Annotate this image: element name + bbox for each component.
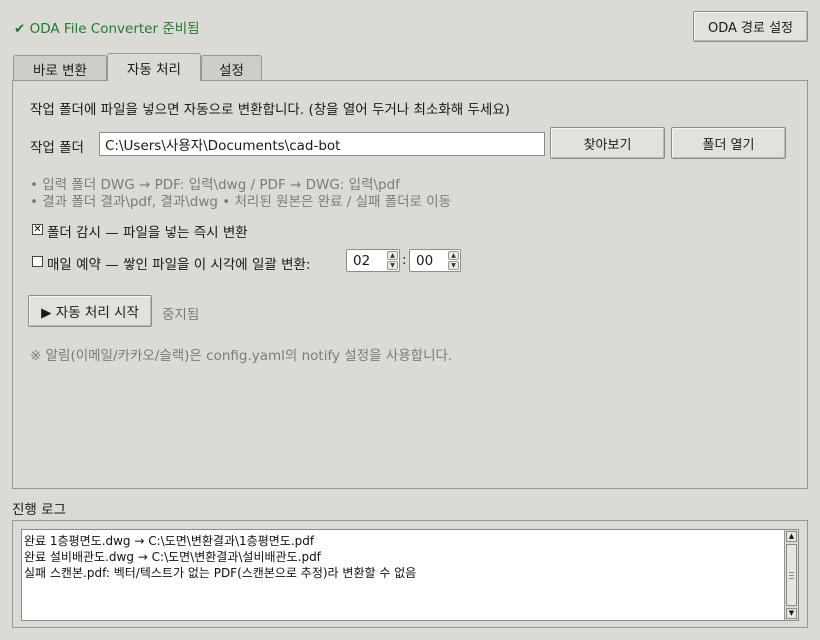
minute-down-arrow-icon[interactable]: ▼ — [448, 261, 459, 270]
log-scrollbar[interactable]: ▲ ▼ — [784, 530, 798, 620]
log-line: 완료 설비배관도.dwg → C:\도면\변환결과\설비배관도.pdf — [24, 550, 321, 564]
hour-value: 02 — [353, 253, 371, 269]
scroll-up-arrow-icon[interactable]: ▲ — [786, 531, 797, 542]
daily-schedule-checkbox[interactable] — [32, 256, 43, 267]
auto-process-panel: 작업 폴더에 파일을 넣으면 자동으로 변환합니다. (창을 열어 두거나 최소… — [12, 80, 808, 489]
watch-folder-checkbox[interactable]: ✕ — [32, 224, 43, 235]
intro-text: 작업 폴더에 파일을 넣으면 자동으로 변환합니다. (창을 열어 두거나 최소… — [30, 102, 511, 118]
log-title: 진행 로그 — [12, 502, 66, 518]
work-folder-input[interactable]: C:\Users\사용자\Documents\cad-bot — [99, 132, 545, 156]
scroll-down-arrow-icon[interactable]: ▼ — [786, 608, 797, 619]
open-folder-button[interactable]: 폴더 열기 — [671, 127, 786, 159]
minute-spinbox[interactable]: 00 ▲ ▼ — [409, 249, 461, 272]
scrollbar-thumb[interactable] — [786, 544, 797, 606]
watch-folder-label: 폴더 감시 — 파일을 넣는 즉시 변환 — [47, 225, 248, 241]
output-folder-hint: • 결과 폴더 결과\pdf, 결과\dwg • 처리된 원본은 완료 / 실패… — [30, 194, 452, 210]
log-line: 실패 스캔본.pdf: 벡터/텍스트가 없는 PDF(스캔본으로 추정)라 변환… — [24, 566, 417, 580]
hour-up-arrow-icon[interactable]: ▲ — [387, 251, 398, 260]
browse-button[interactable]: 찾아보기 — [550, 127, 665, 159]
oda-status-label: ✔ ODA File Converter 준비됨 — [14, 21, 200, 37]
notify-notice: ※ 알림(이메일/카카오/슬랙)은 config.yaml의 notify 설정… — [30, 348, 453, 364]
start-auto-process-button[interactable]: ▶ 자동 처리 시작 — [28, 295, 152, 327]
run-status-label: 중지됨 — [162, 307, 200, 323]
minute-value: 00 — [416, 253, 434, 269]
hour-down-arrow-icon[interactable]: ▼ — [387, 261, 398, 270]
time-separator: : — [402, 252, 407, 268]
daily-schedule-label: 매일 예약 — 쌓인 파일을 이 시각에 일괄 변환: — [47, 257, 311, 273]
log-list[interactable]: 완료 1층평면도.dwg → C:\도면\변환결과\1층평면도.pdf 완료 설… — [21, 529, 799, 621]
log-frame: 완료 1층평면도.dwg → C:\도면\변환결과\1층평면도.pdf 완료 설… — [12, 520, 808, 628]
oda-path-settings-button[interactable]: ODA 경로 설정 — [693, 11, 808, 42]
log-line: 완료 1층평면도.dwg → C:\도면\변환결과\1층평면도.pdf — [24, 534, 315, 548]
tab-settings[interactable]: 설정 — [201, 55, 262, 81]
minute-up-arrow-icon[interactable]: ▲ — [448, 251, 459, 260]
tab-auto-process[interactable]: 자동 처리 — [107, 53, 201, 81]
folder-label: 작업 폴더 — [30, 140, 84, 156]
hour-spinbox[interactable]: 02 ▲ ▼ — [346, 249, 400, 272]
tab-direct-convert[interactable]: 바로 변환 — [13, 55, 107, 81]
